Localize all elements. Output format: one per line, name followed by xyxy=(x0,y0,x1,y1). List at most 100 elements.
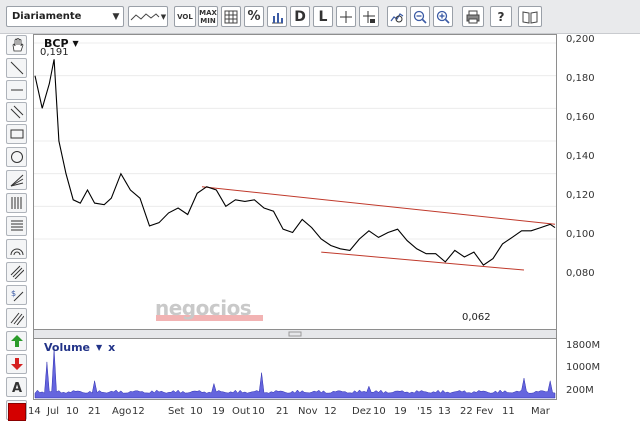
chart-type-button[interactable]: ▼ xyxy=(128,6,168,27)
buy-signal-button[interactable] xyxy=(6,331,27,351)
x-tick: 11 xyxy=(502,406,515,417)
crosshair-icon xyxy=(340,10,352,23)
arc-tool-button[interactable] xyxy=(6,239,27,259)
trendline-tool-button[interactable] xyxy=(6,58,27,78)
fan-tool-button[interactable] xyxy=(6,170,27,190)
x-tick: 21 xyxy=(276,406,289,417)
vertical-lines-icon xyxy=(11,197,21,209)
more-lines-tool-button[interactable] xyxy=(6,308,27,328)
y-tick: 0,100 xyxy=(566,229,595,240)
zoom-fit-icon xyxy=(390,12,404,22)
arc-icon xyxy=(10,248,23,256)
sell-signal-button[interactable] xyxy=(6,354,27,374)
x-tick: Nov xyxy=(298,406,318,417)
percent-label: % xyxy=(247,9,261,24)
period-select-label: Diariamente xyxy=(12,11,82,22)
grid-toggle-button[interactable] xyxy=(221,6,241,27)
crosshair-button[interactable] xyxy=(336,6,356,27)
zoom-out-button[interactable] xyxy=(410,6,430,27)
dollar-lines-tool-button[interactable]: $ xyxy=(6,285,27,305)
price-chart-panel[interactable] xyxy=(33,34,557,330)
printer-icon xyxy=(466,10,480,23)
volume-close-icon[interactable]: x xyxy=(108,341,115,354)
volume-area xyxy=(34,348,556,399)
x-tick: Fev xyxy=(476,406,494,417)
zoom-in-button[interactable] xyxy=(433,6,453,27)
x-tick: Out xyxy=(232,406,251,417)
maxmin-bottom-label: MIN xyxy=(200,16,216,25)
text-tool-button[interactable]: A xyxy=(6,377,27,397)
help-button[interactable]: ? xyxy=(490,6,512,27)
x-tick: 12 xyxy=(132,406,145,417)
hatched-lines-icon xyxy=(10,312,24,325)
volume-toggle-button[interactable]: VOL xyxy=(174,6,196,27)
line-chart-icon xyxy=(130,12,160,20)
print-button[interactable] xyxy=(462,6,484,27)
horizontal-line-icon xyxy=(10,89,23,91)
x-tick: 10 xyxy=(190,406,203,417)
x-tick: 19 xyxy=(212,406,225,417)
chevron-down-icon: ▼ xyxy=(112,11,120,22)
volume-tick: 1000M xyxy=(566,362,601,373)
d-label: D xyxy=(294,8,306,25)
chevron-down-icon: ▼ xyxy=(160,12,167,21)
x-tick: Set xyxy=(168,406,185,417)
resize-grip-icon xyxy=(288,331,302,337)
volume-tick: 1800M xyxy=(566,340,601,351)
channel-tool-button[interactable] xyxy=(6,102,27,122)
percent-button[interactable]: % xyxy=(244,6,264,27)
x-tick: 21 xyxy=(88,406,101,417)
channel-icon xyxy=(10,105,23,119)
x-tick: 10 xyxy=(373,406,386,417)
zoom-fit-button[interactable] xyxy=(387,6,407,27)
vertical-lines-tool-button[interactable] xyxy=(6,193,27,213)
fibonacci-icon xyxy=(10,220,23,231)
grid-icon xyxy=(224,10,238,23)
parallel-lines-tool-button[interactable] xyxy=(6,262,27,282)
bar-chart-button[interactable] xyxy=(267,6,287,27)
rectangle-tool-button[interactable] xyxy=(6,124,27,144)
price-chart xyxy=(34,42,556,271)
arrow-down-icon xyxy=(10,358,23,370)
symbol-caret-icon: ▼ xyxy=(72,39,79,48)
svg-text:$: $ xyxy=(11,289,16,298)
color-picker-swatch[interactable] xyxy=(8,403,26,421)
zoom-in-icon xyxy=(436,10,450,24)
ellipse-icon xyxy=(10,151,23,163)
volume-toggle-label: VOL xyxy=(177,12,193,21)
x-tick: Ago xyxy=(112,406,132,417)
dollar-lines-icon: $ xyxy=(11,289,23,302)
book-button[interactable] xyxy=(518,6,542,27)
volume-label: Volume xyxy=(44,341,90,354)
y-tick: 0,080 xyxy=(566,268,595,279)
y-tick: 0,160 xyxy=(566,112,595,123)
rectangle-icon xyxy=(10,129,23,139)
period-select[interactable]: Diariamente ▼ xyxy=(6,6,124,27)
book-icon xyxy=(522,10,538,24)
watermark: negocios xyxy=(155,296,252,320)
maxmin-toggle-button[interactable]: MAX MIN xyxy=(198,6,218,27)
fibonacci-tool-button[interactable] xyxy=(6,216,27,236)
l-button[interactable]: L xyxy=(313,6,333,27)
bar-chart-icon xyxy=(272,12,283,23)
ellipse-tool-button[interactable] xyxy=(6,147,27,167)
trendline-resistance xyxy=(201,186,556,225)
fan-icon xyxy=(10,174,23,187)
horizontal-line-tool-button[interactable] xyxy=(6,80,27,100)
volume-caret-icon[interactable]: ▼ xyxy=(96,343,102,352)
y-tick: 0,180 xyxy=(566,73,595,84)
d-button[interactable]: D xyxy=(290,6,310,27)
svg-text:A: A xyxy=(12,381,22,394)
trendline-support xyxy=(321,251,525,271)
panel-resize-handle[interactable] xyxy=(33,330,557,338)
x-tick: 13 xyxy=(438,406,451,417)
price-series-line xyxy=(34,59,556,266)
pan-tool-button[interactable] xyxy=(6,35,27,55)
y-tick: 0,200 xyxy=(566,34,595,45)
x-tick: 22 xyxy=(460,406,473,417)
time-x-axis: 14 Jul 10 21 Ago 12 Set 10 19 Out 10 21 Nov 12 Dez 10 19… xyxy=(28,402,568,424)
parallel-lines-icon xyxy=(10,265,24,279)
price-y-axis: 0,200 0,180 0,160 0,140 0,120 0,100 0,08… xyxy=(557,34,640,330)
drawing-toolbar: $ A xyxy=(4,34,28,432)
crosshair-value-button[interactable] xyxy=(359,6,379,27)
